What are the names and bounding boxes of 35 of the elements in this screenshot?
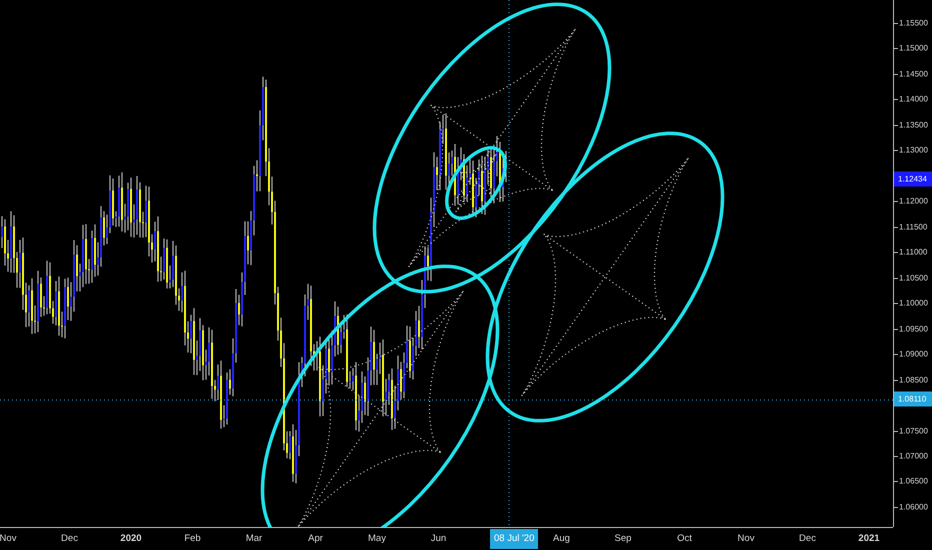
date-label: Oct [677, 533, 692, 544]
date-label: Apr [308, 533, 323, 544]
price-label: 1.10500 [899, 273, 928, 282]
date-label: May [368, 533, 386, 544]
price-label: 1.13500 [899, 120, 928, 130]
price-label: 1.11500 [899, 222, 928, 232]
price-label: 1.15500 [899, 18, 928, 28]
date-label: Aug [553, 533, 570, 544]
price-label: 1.13000 [899, 146, 928, 155]
date-label: Nov [0, 533, 16, 544]
price-label: 1.12000 [899, 196, 928, 206]
crosshair-date-tag: 08 Jul '20 [490, 529, 538, 549]
date-label: Jun [430, 533, 446, 544]
price-label: 1.06500 [899, 476, 928, 486]
price-label: 1.09500 [899, 324, 928, 334]
date-label: Dec [61, 533, 78, 544]
date-label: 2021 [858, 533, 880, 544]
date-label: Sep [614, 533, 632, 544]
price-label: 1.09000 [899, 350, 928, 359]
last-price-tag: 1.12434 [894, 172, 932, 187]
price-label: 1.06000 [899, 502, 928, 512]
price-label: 1.11000 [899, 248, 928, 257]
date-label: 2020 [120, 533, 142, 544]
price-label: 1.10000 [899, 298, 928, 308]
date-label: Nov [738, 533, 754, 544]
date-label: Feb [184, 533, 201, 544]
price-label: 1.08500 [899, 375, 928, 384]
crosshair-price-tag: 1.08110 [894, 392, 932, 407]
price-label: 1.07500 [899, 426, 928, 436]
price-label: 1.15000 [899, 44, 928, 53]
date-label: Mar [246, 533, 262, 544]
date-label: Dec [799, 533, 816, 544]
price-label: 1.07000 [899, 451, 928, 460]
price-label: 1.14500 [899, 69, 928, 78]
price-label: 1.14000 [899, 94, 928, 104]
